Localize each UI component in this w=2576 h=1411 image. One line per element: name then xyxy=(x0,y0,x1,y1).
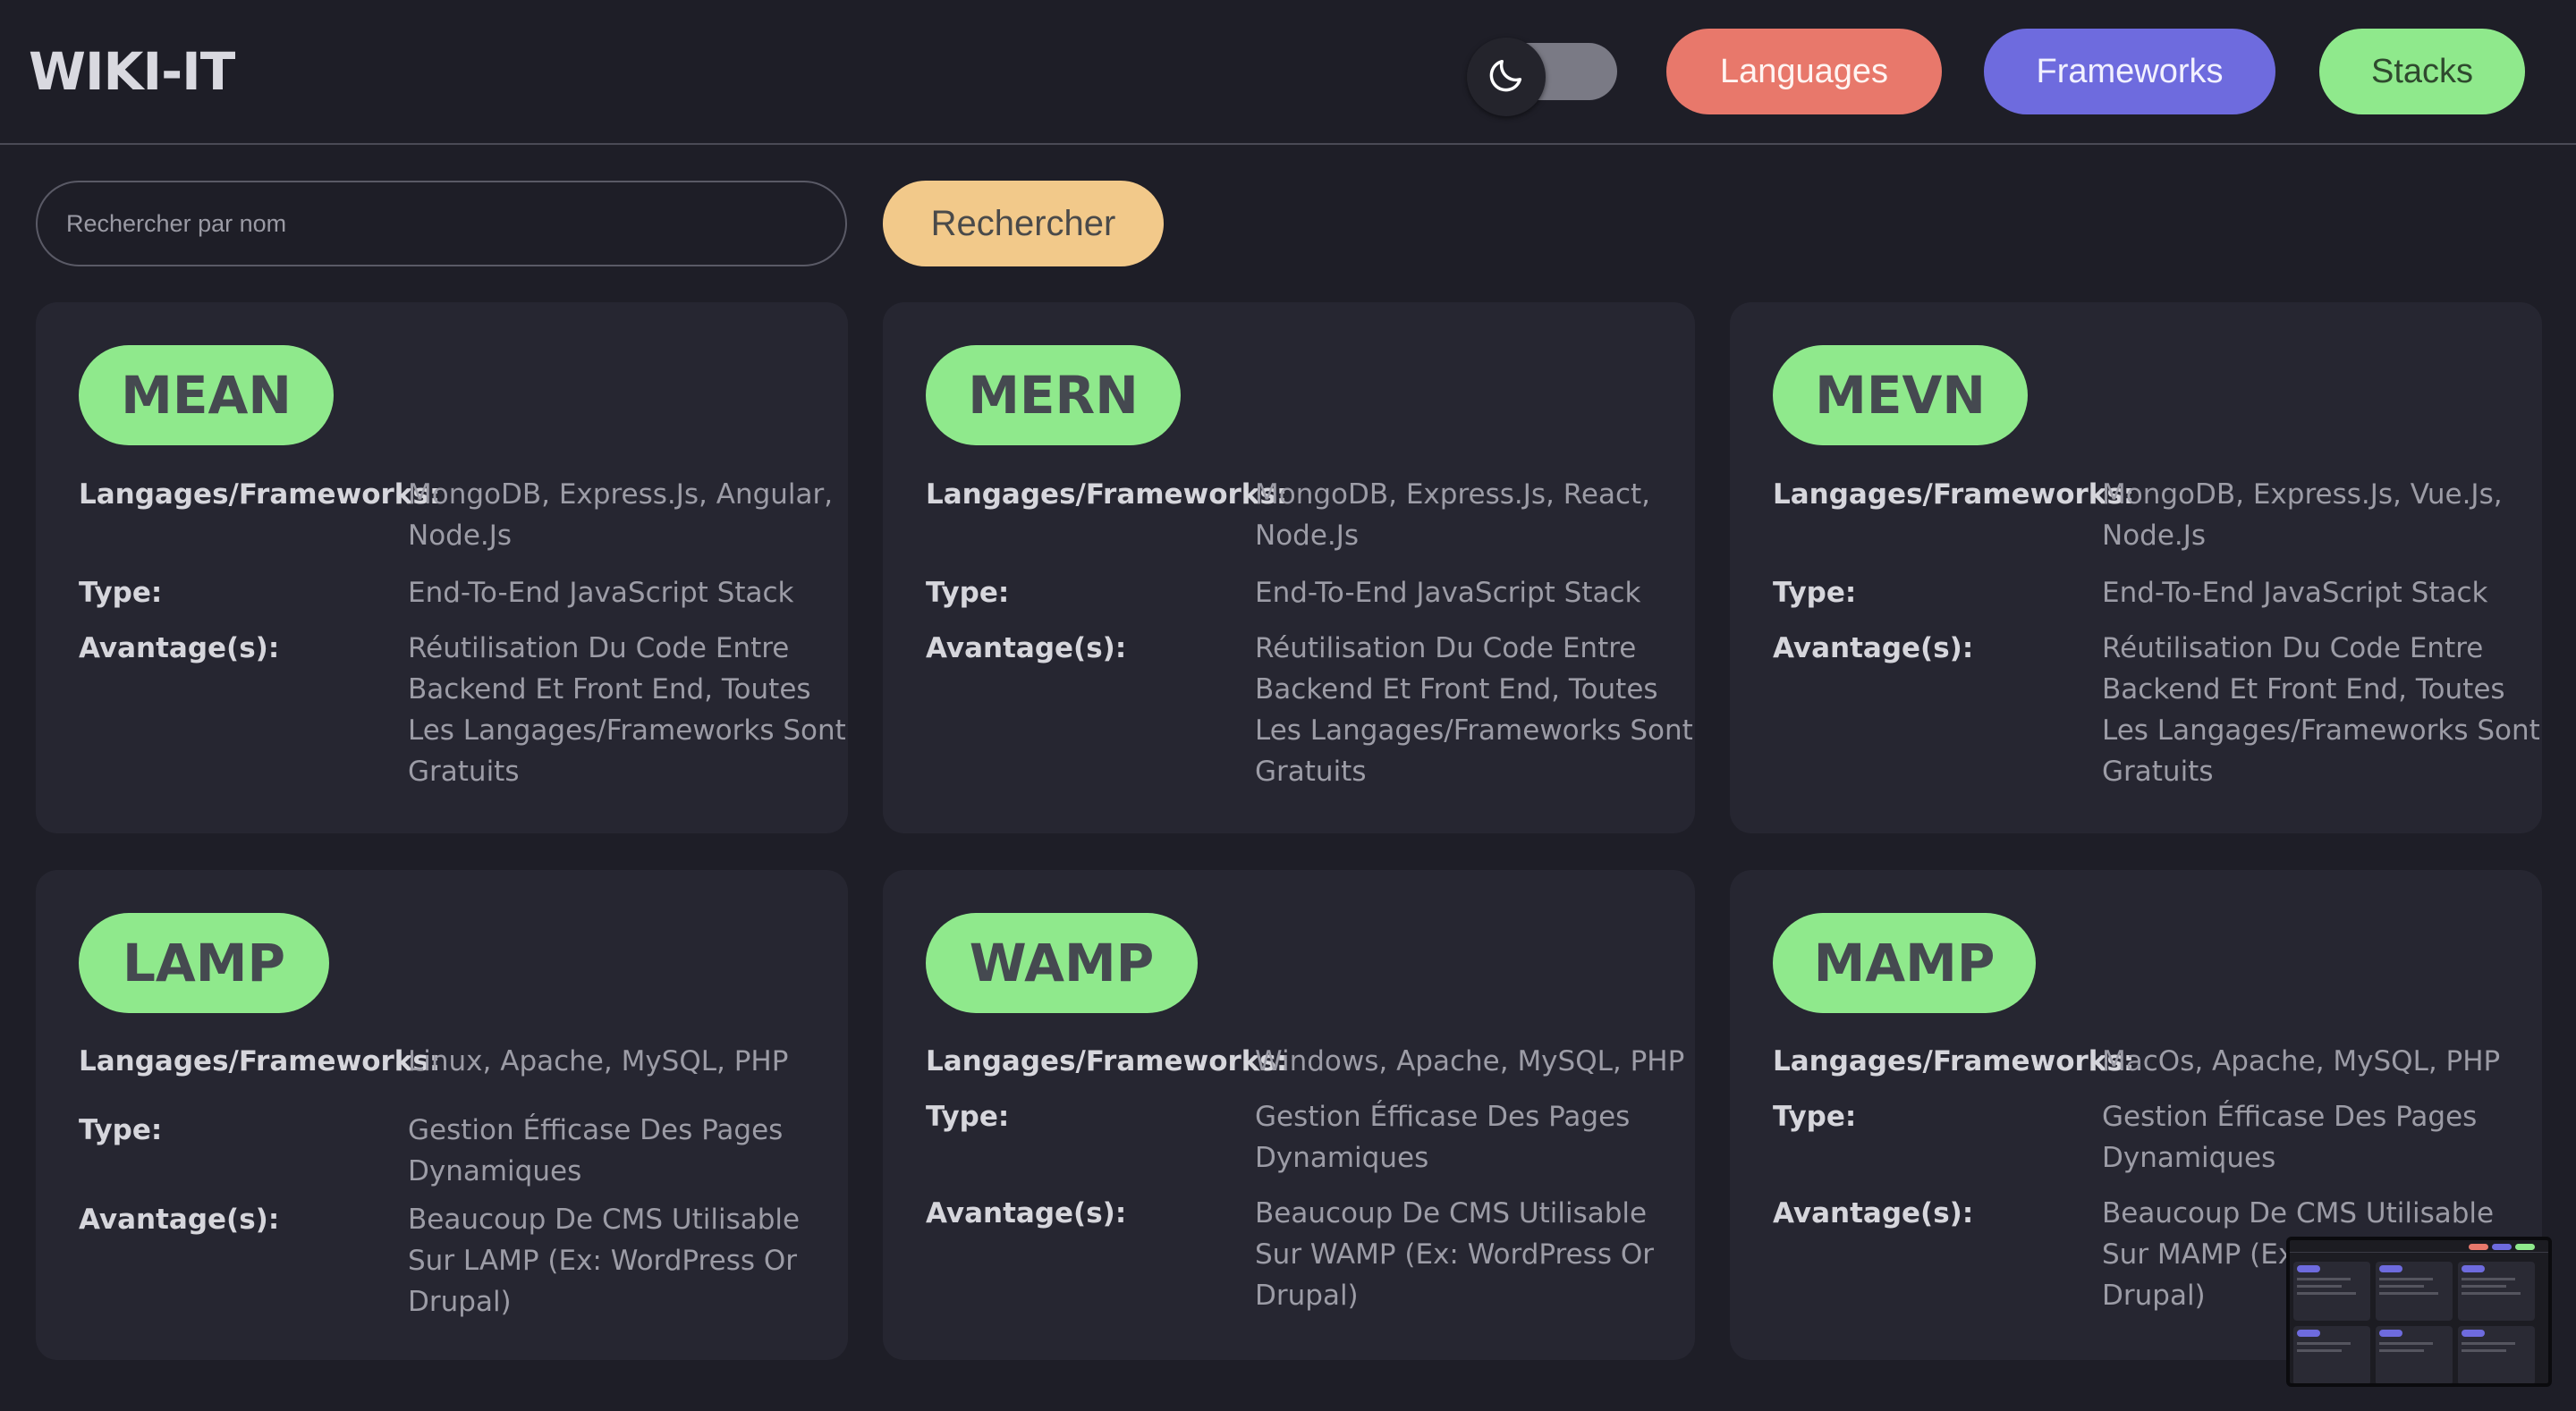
stack-card: MEVN Langages/Frameworks: MongoDB, Expre… xyxy=(1730,302,2542,833)
stack-card: LAMP Langages/Frameworks: Linux, Apache,… xyxy=(36,870,848,1360)
thumbnail-badge xyxy=(2379,1330,2402,1337)
thumbnail-line xyxy=(2462,1349,2506,1352)
frameworks-label: Langages/Frameworks: xyxy=(79,1045,441,1077)
thumbnail-line xyxy=(2297,1285,2342,1288)
type-label: Type: xyxy=(79,1114,163,1146)
thumbnail-line xyxy=(2297,1278,2351,1280)
stack-card: WAMP Langages/Frameworks: Windows, Apach… xyxy=(883,870,1695,1360)
stack-name-badge: LAMP xyxy=(79,913,329,1013)
frameworks-value: Linux, Apache, MySQL, PHP xyxy=(408,1045,789,1077)
thumbnail-card xyxy=(2376,1326,2453,1383)
stack-name-badge: MERN xyxy=(926,345,1181,445)
thumbnail-line xyxy=(2462,1285,2506,1288)
frameworks-value: MongoDB, Express.Js, React, Node.Js xyxy=(1255,478,1651,552)
thumbnail-line xyxy=(2379,1278,2433,1280)
type-label: Type: xyxy=(1773,1101,1857,1133)
thumbnail-badge xyxy=(2297,1265,2320,1272)
advantages-value: Réutilisation Du Code Entre Backend Et F… xyxy=(1255,632,1693,788)
advantages-label: Avantage(s): xyxy=(79,1204,280,1236)
type-value: End-To-End JavaScript Stack xyxy=(2102,577,2488,609)
frameworks-value: MongoDB, Express.Js, Angular, Node.Js xyxy=(408,478,834,552)
thumbnail-line xyxy=(2379,1342,2433,1345)
frameworks-label: Langages/Frameworks: xyxy=(1773,1045,2135,1077)
thumbnail-line xyxy=(2379,1349,2424,1352)
advantages-value: Réutilisation Du Code Entre Backend Et F… xyxy=(408,632,846,788)
thumbnail-card xyxy=(2293,1262,2370,1321)
nav-stacks-button[interactable]: Stacks xyxy=(2319,29,2525,114)
thumbnail-line xyxy=(2379,1285,2424,1288)
thumbnail-line xyxy=(2462,1292,2521,1295)
site-logo[interactable]: WIKI-IT xyxy=(29,39,235,104)
type-value: Gestion Éfficase Des Pages Dynamiques xyxy=(1255,1101,1631,1174)
advantages-label: Avantage(s): xyxy=(1773,1197,1974,1229)
top-nav-bar: WIKI-IT Languages Frameworks Stacks xyxy=(0,0,2576,145)
type-value: End-To-End JavaScript Stack xyxy=(408,577,794,609)
toggle-knob[interactable] xyxy=(1467,38,1546,116)
thumbnail-line xyxy=(2379,1292,2438,1295)
advantages-label: Avantage(s): xyxy=(79,632,280,664)
frameworks-label: Langages/Frameworks: xyxy=(79,478,441,511)
moon-icon xyxy=(1486,55,1527,99)
thumbnail-line xyxy=(2297,1342,2351,1345)
frameworks-value: MacOs, Apache, MySQL, PHP xyxy=(2102,1045,2501,1077)
thumbnail-card xyxy=(2293,1326,2370,1383)
thumbnail-header xyxy=(2290,1240,2548,1253)
stack-name-badge: MEAN xyxy=(79,345,334,445)
frameworks-value: Windows, Apache, MySQL, PHP xyxy=(1255,1045,1685,1077)
thumbnail-badge xyxy=(2462,1330,2485,1337)
thumbnail-badge xyxy=(2297,1330,2320,1337)
thumbnail-pill xyxy=(2515,1244,2535,1250)
search-input[interactable] xyxy=(36,181,847,266)
type-label: Type: xyxy=(79,577,163,609)
advantages-value: Réutilisation Du Code Entre Backend Et F… xyxy=(2102,632,2540,788)
advantages-label: Avantage(s): xyxy=(926,632,1127,664)
thumbnail-pill xyxy=(2492,1244,2512,1250)
thumbnail-card xyxy=(2458,1326,2535,1383)
thumbnail-card xyxy=(2458,1262,2535,1321)
stack-card: MERN Langages/Frameworks: MongoDB, Expre… xyxy=(883,302,1695,833)
thumbnail-line xyxy=(2297,1349,2342,1352)
advantages-label: Avantage(s): xyxy=(926,1197,1127,1229)
stack-card: MEAN Langages/Frameworks: MongoDB, Expre… xyxy=(36,302,848,833)
thumbnail-line xyxy=(2462,1342,2515,1345)
screenshot-thumbnail[interactable] xyxy=(2286,1237,2552,1387)
advantages-label: Avantage(s): xyxy=(1773,632,1974,664)
frameworks-label: Langages/Frameworks: xyxy=(1773,478,2135,511)
thumbnail-card xyxy=(2376,1262,2453,1321)
thumbnail-line xyxy=(2462,1278,2515,1280)
search-button[interactable]: Rechercher xyxy=(883,181,1164,266)
type-label: Type: xyxy=(1773,577,1857,609)
advantages-value: Beaucoup De CMS Utilisable Sur LAMP (Ex:… xyxy=(408,1204,801,1318)
stack-name-badge: WAMP xyxy=(926,913,1198,1013)
frameworks-label: Langages/Frameworks: xyxy=(926,478,1288,511)
nav-frameworks-button[interactable]: Frameworks xyxy=(1984,29,2275,114)
frameworks-label: Langages/Frameworks: xyxy=(926,1045,1288,1077)
frameworks-value: MongoDB, Express.Js, Vue.Js, Node.Js xyxy=(2102,478,2503,552)
thumbnail-badge xyxy=(2462,1265,2485,1272)
type-value: End-To-End JavaScript Stack xyxy=(1255,577,1641,609)
theme-toggle[interactable] xyxy=(1467,38,1617,116)
nav-languages-button[interactable]: Languages xyxy=(1666,29,1942,114)
type-label: Type: xyxy=(926,1101,1010,1133)
stack-name-badge: MEVN xyxy=(1773,345,2028,445)
type-value: Gestion Éfficase Des Pages Dynamiques xyxy=(408,1114,784,1187)
type-label: Type: xyxy=(926,577,1010,609)
thumbnail-pill xyxy=(2469,1244,2488,1250)
thumbnail-badge xyxy=(2379,1265,2402,1272)
advantages-value: Beaucoup De CMS Utilisable Sur WAMP (Ex:… xyxy=(1255,1197,1654,1312)
stack-name-badge: MAMP xyxy=(1773,913,2036,1013)
thumbnail-line xyxy=(2297,1292,2356,1295)
type-value: Gestion Éfficase Des Pages Dynamiques xyxy=(2102,1101,2478,1174)
